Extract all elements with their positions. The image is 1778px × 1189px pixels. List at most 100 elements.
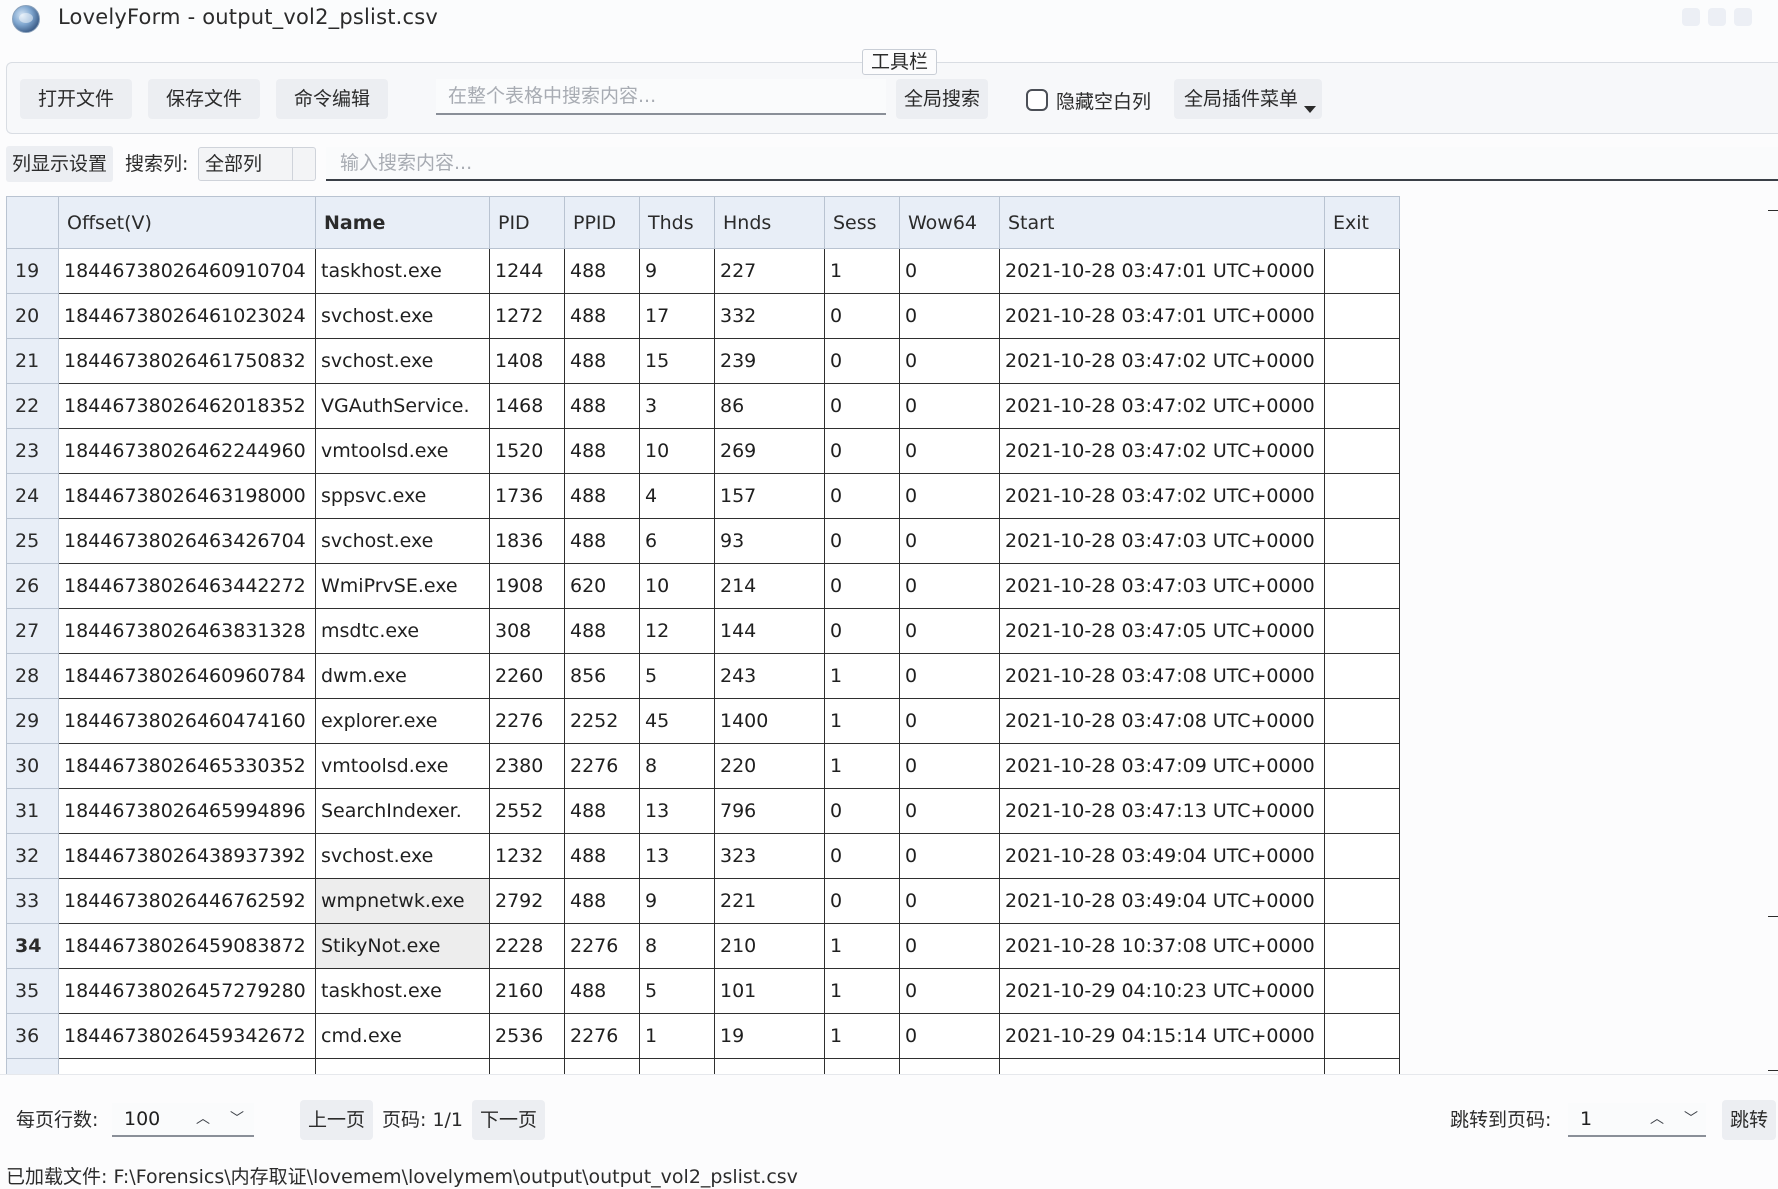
cell-wow64[interactable]: 0 xyxy=(899,923,1000,969)
cell-exit[interactable] xyxy=(1324,383,1400,429)
cell-pid[interactable]: 2160 xyxy=(489,968,565,1014)
cell-start[interactable]: 2021-10-28 03:47:01 UTC+0000 xyxy=(999,248,1325,294)
cell-hnds[interactable]: 220 xyxy=(714,743,825,789)
row-number[interactable]: 24 xyxy=(6,473,59,519)
cell-wow64[interactable]: 0 xyxy=(899,248,1000,294)
column-header-ppid[interactable]: PPID xyxy=(564,196,640,249)
cell-start[interactable]: 2021-10-28 03:47:05 UTC+0000 xyxy=(999,608,1325,654)
table-row[interactable]: 23 18446738026462244960 vmtoolsd.exe 1520 48… xyxy=(6,428,1400,474)
cell-ppid[interactable]: 620 xyxy=(564,563,640,609)
cell-thds[interactable]: 3 xyxy=(639,383,715,429)
cell-offset[interactable]: 18446738026460910704 xyxy=(58,248,316,294)
jump-page-spinner[interactable]: 1 ︿ ﹀ xyxy=(1568,1103,1706,1137)
cell-exit[interactable] xyxy=(1324,968,1400,1014)
cell-thds[interactable]: 10 xyxy=(639,428,715,474)
cell-start[interactable]: 2021-10-28 03:47:02 UTC+0000 xyxy=(999,473,1325,519)
cell-sess[interactable]: 0 xyxy=(824,428,900,474)
cell-name[interactable]: dwm.exe xyxy=(315,653,490,699)
cell-wow64[interactable]: 0 xyxy=(899,1013,1000,1059)
cell-exit[interactable] xyxy=(1324,293,1400,339)
column-header-sess[interactable]: Sess xyxy=(824,196,900,249)
cell-sess[interactable]: 1 xyxy=(824,923,900,969)
global-plugin-menu[interactable]: 全局插件菜单 xyxy=(1174,79,1322,119)
cell-exit[interactable] xyxy=(1324,653,1400,699)
cell-wow64[interactable]: 0 xyxy=(899,338,1000,384)
table-row[interactable]: 36 18446738026459342672 cmd.exe 2536 2276 1 19… xyxy=(6,1013,1400,1059)
cell-exit[interactable] xyxy=(1324,608,1400,654)
row-number[interactable]: 31 xyxy=(6,788,59,834)
cell-name[interactable]: cmd.exe xyxy=(315,1013,490,1059)
chevron-down-icon[interactable]: ﹀ xyxy=(230,1103,244,1135)
cell-offset[interactable]: 18446738026459342672 xyxy=(58,1013,316,1059)
cell-thds[interactable]: 13 xyxy=(639,833,715,879)
cell-thds[interactable]: 1 xyxy=(639,1013,715,1059)
search-column-select[interactable]: 全部列 xyxy=(198,147,316,181)
hide-empty-columns-checkbox[interactable] xyxy=(1026,89,1048,111)
cell-start[interactable]: 2021-10-29 04:10:23 UTC+0000 xyxy=(999,968,1325,1014)
cell-name[interactable]: svchost.exe xyxy=(315,833,490,879)
column-header-pid[interactable]: PID xyxy=(489,196,565,249)
cell-offset[interactable]: 18446738026462018352 xyxy=(58,383,316,429)
cell-sess[interactable]: 1 xyxy=(824,698,900,744)
cell-offset[interactable]: 18446738026460474160 xyxy=(58,698,316,744)
cell-pid[interactable]: 1408 xyxy=(489,338,565,384)
jump-button[interactable]: 跳转 xyxy=(1722,1100,1777,1140)
command-edit-button[interactable]: 命令编辑 xyxy=(276,79,389,119)
cell-offset[interactable]: 18446738026461750832 xyxy=(58,338,316,384)
cell-name[interactable]: taskhost.exe xyxy=(315,968,490,1014)
global-search-button[interactable]: 全局搜索 xyxy=(896,79,989,119)
table-row[interactable]: 22 18446738026462018352 VGAuthService. 1468… xyxy=(6,383,1400,429)
cell-ppid[interactable]: 2276 xyxy=(564,743,640,789)
cell-ppid[interactable]: 488 xyxy=(564,473,640,519)
cell-sess[interactable]: 1 xyxy=(824,1013,900,1059)
cell-ppid[interactable]: 488 xyxy=(564,968,640,1014)
cell-sess[interactable]: 0 xyxy=(824,563,900,609)
cell-hnds[interactable]: 1400 xyxy=(714,698,825,744)
column-header-name[interactable]: Name xyxy=(315,196,490,249)
cell-start[interactable]: 2021-10-28 03:49:04 UTC+0000 xyxy=(999,833,1325,879)
cell-thds[interactable]: 8 xyxy=(639,923,715,969)
cell-pid[interactable]: 1908 xyxy=(489,563,565,609)
cell-hnds[interactable]: 214 xyxy=(714,563,825,609)
cell-thds[interactable]: 4 xyxy=(639,473,715,519)
cell-exit[interactable] xyxy=(1324,518,1400,564)
cell-name[interactable]: vmtoolsd.exe xyxy=(315,743,490,789)
cell-offset[interactable]: 18446738026463831328 xyxy=(58,608,316,654)
cell-ppid[interactable]: 488 xyxy=(564,833,640,879)
cell-start[interactable]: 2021-10-28 03:47:02 UTC+0000 xyxy=(999,383,1325,429)
cell-thds[interactable]: 12 xyxy=(639,608,715,654)
row-number[interactable]: 32 xyxy=(6,833,59,879)
cell-start[interactable]: 2021-10-29 04:15:14 UTC+0000 xyxy=(999,1013,1325,1059)
cell-start[interactable]: 2021-10-28 03:47:01 UTC+0000 xyxy=(999,293,1325,339)
row-number[interactable]: 27 xyxy=(6,608,59,654)
cell-name[interactable]: WmiPrvSE.exe xyxy=(315,563,490,609)
cell-ppid[interactable]: 488 xyxy=(564,518,640,564)
cell-exit[interactable] xyxy=(1324,698,1400,744)
cell-exit[interactable] xyxy=(1324,743,1400,789)
cell-start[interactable]: 2021-10-28 03:49:04 UTC+0000 xyxy=(999,878,1325,924)
cell-ppid[interactable]: 2276 xyxy=(564,1013,640,1059)
cell-hnds[interactable]: 157 xyxy=(714,473,825,519)
cell-ppid[interactable]: 488 xyxy=(564,293,640,339)
row-number[interactable]: 25 xyxy=(6,518,59,564)
cell-name[interactable]: SearchIndexer. xyxy=(315,788,490,834)
cell-sess[interactable]: 1 xyxy=(824,968,900,1014)
table-row[interactable]: 34 18446738026459083872 StikyNot.exe 2228 22… xyxy=(6,923,1400,969)
cell-pid[interactable]: 2228 xyxy=(489,923,565,969)
cell-offset[interactable]: 18446738026463442272 xyxy=(58,563,316,609)
cell-hnds[interactable]: 221 xyxy=(714,878,825,924)
row-number[interactable]: 34 xyxy=(6,923,59,969)
cell-ppid[interactable]: 2276 xyxy=(564,923,640,969)
table-row[interactable]: 26 18446738026463442272 WmiPrvSE.exe 1908 62… xyxy=(6,563,1400,609)
cell-start[interactable]: 2021-10-28 03:47:13 UTC+0000 xyxy=(999,788,1325,834)
cell-pid[interactable]: 2276 xyxy=(489,698,565,744)
cell-pid[interactable]: 1736 xyxy=(489,473,565,519)
cell-pid[interactable]: 1468 xyxy=(489,383,565,429)
minimize-button[interactable] xyxy=(1682,8,1700,26)
cell-ppid[interactable]: 488 xyxy=(564,608,640,654)
cell-wow64[interactable]: 0 xyxy=(899,518,1000,564)
cell-name[interactable]: VGAuthService. xyxy=(315,383,490,429)
cell-hnds[interactable]: 101 xyxy=(714,968,825,1014)
cell-sess[interactable]: 0 xyxy=(824,473,900,519)
cell-exit[interactable] xyxy=(1324,338,1400,384)
